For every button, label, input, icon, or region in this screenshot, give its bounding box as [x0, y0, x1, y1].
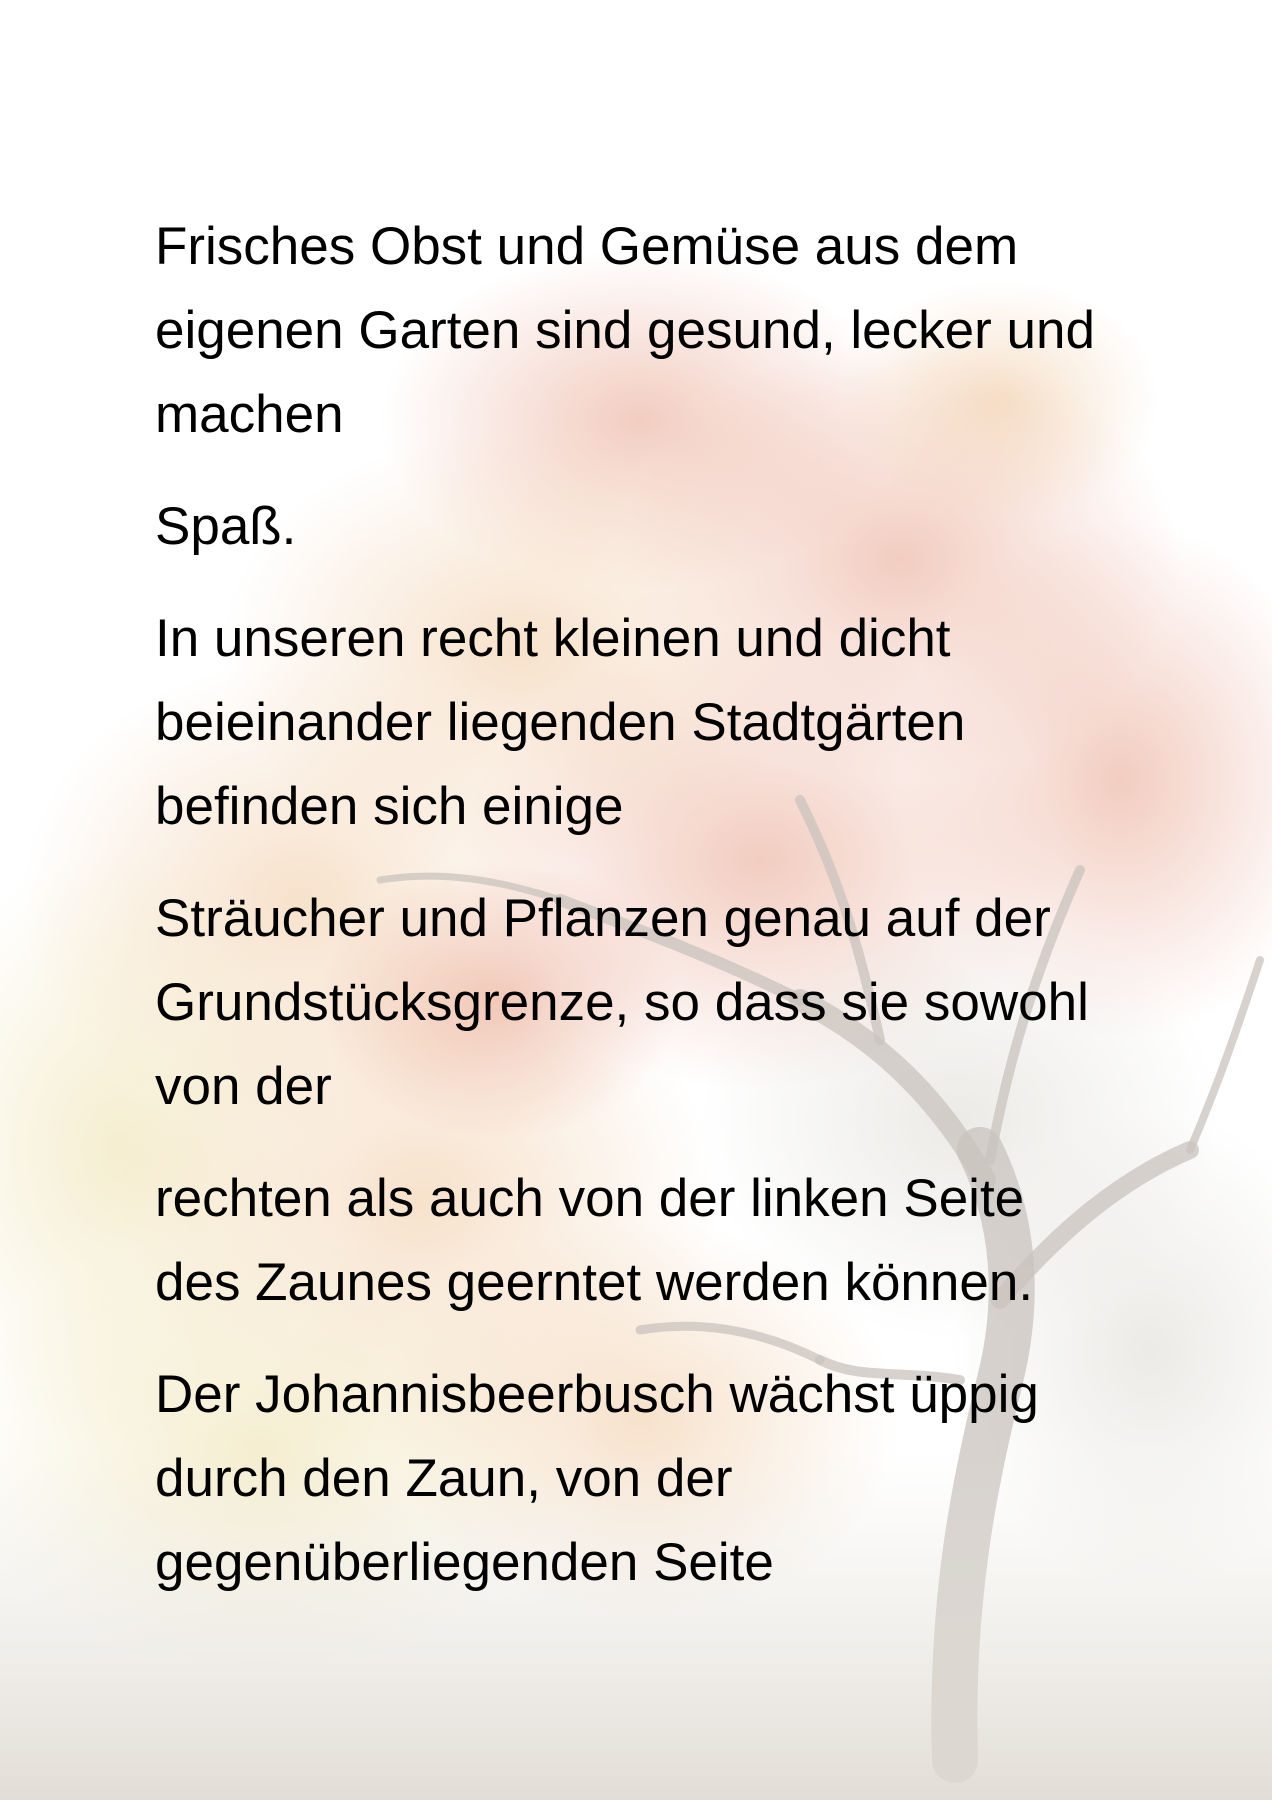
text-line: Grundstücksgrenze, so dass sie sowohl: [155, 973, 1089, 1032]
text-line: Der Johannisbeerbusch wächst üppig: [155, 1365, 1039, 1424]
text-line: machen: [155, 385, 344, 444]
paragraph: Der Johannisbeerbusch wächst üppig durch…: [155, 1353, 1155, 1605]
text-line: eigenen Garten sind gesund, lecker und: [155, 301, 1095, 360]
text-line: Frisches Obst und Gemüse aus dem: [155, 217, 1019, 276]
paragraph: rechten als auch von der linken Seite de…: [155, 1157, 1155, 1325]
paragraph: In unseren recht kleinen und dicht beiei…: [155, 597, 1155, 849]
text-line: des Zaunes geerntet werden können.: [155, 1253, 1034, 1312]
text-line: rechten als auch von der linken Seite: [155, 1169, 1025, 1228]
body-text: Frisches Obst und Gemüse aus dem eigenen…: [155, 205, 1155, 1633]
text-line: von der: [155, 1057, 332, 1116]
paragraph: Spaß.: [155, 485, 1155, 569]
text-line: In unseren recht kleinen und dicht: [155, 609, 951, 668]
text-line: Sträucher und Pflanzen genau auf der: [155, 889, 1051, 948]
paragraph: Frisches Obst und Gemüse aus dem eigenen…: [155, 205, 1155, 457]
paragraph: Sträucher und Pflanzen genau auf der Gru…: [155, 877, 1155, 1129]
text-line: gegenüberliegenden Seite: [155, 1533, 774, 1592]
text-line: befinden sich einige: [155, 777, 624, 836]
text-line: Spaß.: [155, 497, 297, 556]
document-page: Frisches Obst und Gemüse aus dem eigenen…: [0, 0, 1272, 1800]
text-line: durch den Zaun, von der: [155, 1449, 733, 1508]
text-line: beieinander liegenden Stadtgärten: [155, 693, 966, 752]
